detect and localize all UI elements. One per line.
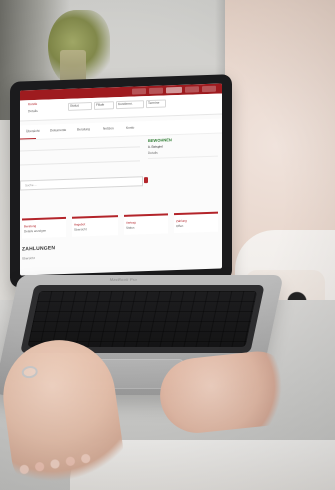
subbar-field-2-label: Filiale <box>96 102 105 107</box>
status-label: BEWOHNEN <box>148 137 172 144</box>
tab-account[interactable]: Konto <box>126 126 134 130</box>
section-title: ZAHLUNGEN <box>22 245 56 253</box>
form-divider <box>20 160 140 166</box>
tab-overview[interactable]: Übersicht <box>26 129 39 133</box>
card-value: Übersicht <box>74 227 87 232</box>
form-divider <box>20 146 140 152</box>
card-title: Zahlung <box>176 218 187 224</box>
tab-underline <box>20 137 36 140</box>
status-line-2: Details <box>148 150 158 156</box>
status-divider <box>148 155 218 160</box>
tab-documents[interactable]: Dokumente <box>50 128 66 133</box>
card-title: Beratung <box>24 223 37 229</box>
laptop-screen: Kunde Details Status Filiale Kundennr. T… <box>20 83 222 276</box>
subbar-title: Kunde <box>28 101 38 107</box>
card-value: Details anzeigen <box>24 228 47 234</box>
photo-scene: Kunde Details Status Filiale Kundennr. T… <box>0 0 335 490</box>
search-input[interactable]: Suche … <box>20 176 143 191</box>
status-line-1: 0. Beispiel <box>148 144 163 150</box>
subbar-field-1-label: Status <box>70 103 80 108</box>
error-marker <box>144 177 148 184</box>
subbar-subtitle: Details <box>28 108 38 114</box>
info-card[interactable]: Angebot Übersicht <box>72 215 118 237</box>
topbar-chip[interactable] <box>185 86 199 93</box>
info-card[interactable]: Beratung Details anzeigen <box>22 216 66 239</box>
section-subtitle: Übersicht <box>22 256 35 261</box>
keyboard-keys[interactable] <box>27 291 258 347</box>
topbar-chip[interactable] <box>202 85 216 93</box>
laptop-lid: Kunde Details Status Filiale Kundennr. T… <box>10 74 232 288</box>
info-cards: Beratung Details anzeigen Angebot Übersi… <box>20 211 222 239</box>
topbar-chip[interactable] <box>149 87 163 95</box>
info-card[interactable]: Zahlung Offen <box>174 211 218 234</box>
laptop-brand: MacBook Pro <box>109 277 138 282</box>
card-title: Angebot <box>74 222 86 227</box>
topbar-chip-active[interactable] <box>166 86 182 94</box>
search-placeholder: Suche … <box>25 182 38 188</box>
ring-icon <box>20 365 39 380</box>
status-panel: BEWOHNEN 0. Beispiel Details <box>148 136 218 178</box>
tab-notes[interactable]: Notizen <box>103 126 114 130</box>
info-card[interactable]: Vertrag Status <box>124 213 168 235</box>
tab-consulting[interactable]: Beratung <box>77 127 90 131</box>
card-value: Status <box>126 225 135 230</box>
subbar-field-4-label: Termine <box>148 100 160 106</box>
card-title: Vertrag <box>126 220 136 225</box>
topbar-chip[interactable] <box>132 88 146 95</box>
card-value: Offen <box>176 223 184 229</box>
subbar-field-3-label: Kundennr. <box>118 101 133 107</box>
